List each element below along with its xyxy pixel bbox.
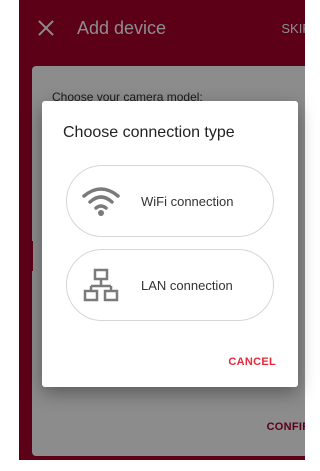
cancel-button[interactable]: CANCEL (228, 356, 276, 368)
lan-icon (81, 265, 121, 305)
lan-connection-label: LAN connection (141, 277, 233, 293)
wifi-icon (81, 181, 121, 221)
wifi-connection-label: WiFi connection (141, 193, 234, 209)
dialog-title: Choose connection type (63, 124, 235, 141)
lan-connection-option[interactable]: LAN connection (66, 249, 274, 321)
wifi-connection-option[interactable]: WiFi connection (66, 165, 274, 237)
connection-type-dialog: Choose connection type WiFi connection L… (42, 101, 298, 387)
